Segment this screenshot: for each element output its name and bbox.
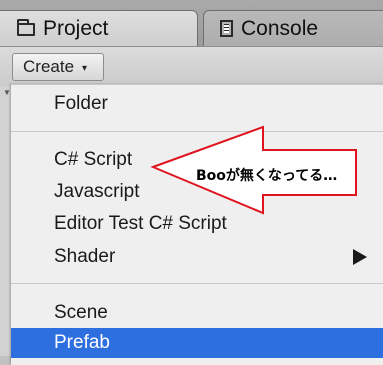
expand-triangle-icon[interactable]: ▼: [3, 88, 11, 97]
project-toolbar: Create ▾: [0, 46, 383, 86]
menu-item-prefab[interactable]: Prefab: [11, 328, 383, 358]
tab-project[interactable]: Project: [0, 10, 198, 46]
tab-console-label: Console: [241, 16, 319, 40]
menu-item-label: Scene: [54, 302, 108, 323]
console-icon: [220, 20, 233, 37]
menu-item-label: Folder: [54, 93, 108, 114]
menu-item-folder[interactable]: Folder: [11, 89, 383, 119]
tab-project-label: Project: [43, 16, 109, 40]
menu-item-scene[interactable]: Scene: [11, 298, 383, 328]
menu-separator: [11, 283, 383, 284]
menu-item-label: Prefab: [54, 332, 110, 353]
menu-item-label: Shader: [54, 246, 116, 267]
create-button-label: Create: [23, 57, 75, 76]
chevron-down-icon: ▾: [82, 62, 88, 74]
menu-item-editor-test-csharp-script[interactable]: Editor Test C# Script: [11, 209, 383, 239]
menu-item-label: C# Script: [54, 149, 133, 170]
create-dropdown-button[interactable]: Create ▾: [12, 53, 104, 81]
menu-item-label: Javascript: [54, 181, 140, 202]
folder-icon: [17, 19, 35, 36]
menu-item-shader[interactable]: Shader: [11, 242, 383, 272]
submenu-arrow-icon: [353, 249, 367, 265]
panel-tab-strip: Project Console: [0, 0, 383, 46]
create-menu: Folder C# Script Javascript Editor Test …: [11, 84, 383, 365]
tab-console[interactable]: Console: [203, 10, 383, 46]
menu-item-label: Editor Test C# Script: [54, 213, 227, 234]
menu-separator: [11, 131, 383, 132]
annotation-text: Booが無くなってる…: [196, 168, 338, 184]
